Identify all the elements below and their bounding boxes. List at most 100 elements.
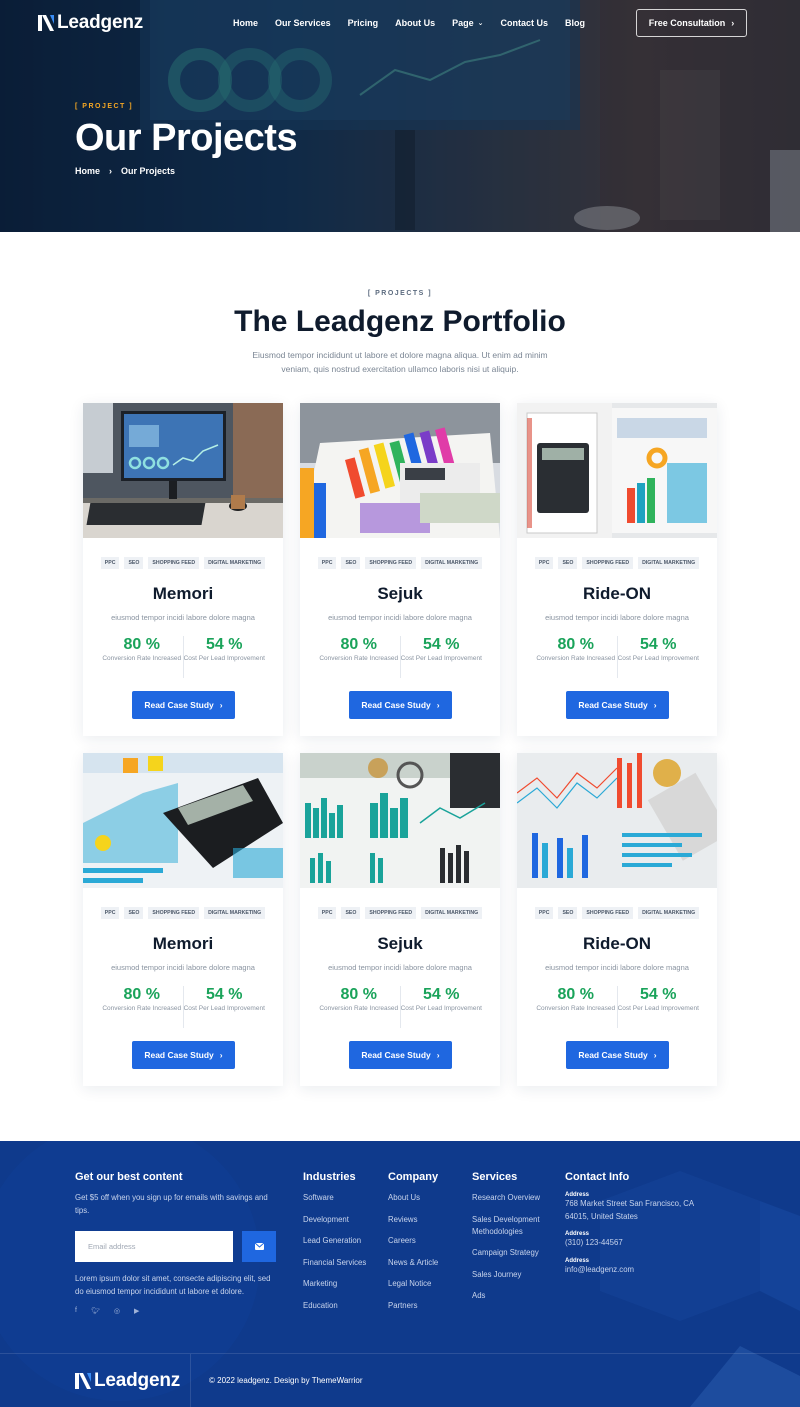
chevron-right-icon: › — [653, 700, 657, 710]
tag-shopping-feed[interactable]: SHOPPING FEED — [582, 907, 634, 919]
project-subtitle: eiusmod tempor incidi labore dolore magn… — [545, 963, 689, 972]
project-stats: 80 % Conversion Rate Increased 54 % Cost… — [535, 986, 699, 1028]
contact-email[interactable]: info@leadgenz.com — [565, 1264, 715, 1277]
nav-link-pricing[interactable]: Pricing — [348, 18, 379, 28]
footer-link-lead-generation[interactable]: Lead Generation — [303, 1235, 366, 1247]
stat-value: 54 % — [206, 986, 243, 1003]
project-image — [83, 753, 283, 888]
read-case-study-label: Read Case Study — [361, 700, 431, 710]
footer-link-education[interactable]: Education — [303, 1300, 366, 1312]
tag-ppc[interactable]: PPC — [100, 557, 120, 569]
twitter-icon[interactable]: 🐦︎ — [91, 1307, 100, 1315]
stat-value: 80 % — [123, 986, 160, 1003]
contact-phone[interactable]: (310) 123-44567 — [565, 1237, 715, 1250]
tag-seo[interactable]: SEO — [124, 557, 144, 569]
tag-ppc[interactable]: PPC — [100, 907, 120, 919]
read-case-study-button[interactable]: Read Case Study › — [132, 1041, 235, 1069]
footer-link-campaign[interactable]: Campaign Strategy — [472, 1247, 554, 1259]
footer-link-about-us[interactable]: About Us — [388, 1192, 438, 1204]
project-card: PPC SEO SHOPPING FEED DIGITAL MARKETING … — [300, 753, 500, 1086]
section-tag: [ PROJECTS ] — [367, 290, 433, 297]
industries-column: Industries Software Development Lead Gen… — [303, 1171, 366, 1322]
footer-link-financial-services[interactable]: Financial Services — [303, 1257, 366, 1269]
youtube-icon[interactable]: ▶ — [134, 1307, 139, 1315]
tag-digital-marketing[interactable]: DIGITAL MARKETING — [638, 557, 700, 569]
footer-link-sales-journey[interactable]: Sales Journey — [472, 1269, 554, 1281]
nav-link-contact[interactable]: Contact Us — [501, 18, 549, 28]
read-case-study-button[interactable]: Read Case Study › — [349, 1041, 452, 1069]
stat-value: 54 % — [640, 986, 677, 1003]
tag-ppc[interactable]: PPC — [534, 557, 554, 569]
tag-digital-marketing[interactable]: DIGITAL MARKETING — [638, 907, 700, 919]
read-case-study-button[interactable]: Read Case Study › — [349, 691, 452, 719]
read-case-study-label: Read Case Study — [578, 700, 648, 710]
breadcrumb-home[interactable]: Home — [75, 166, 100, 176]
facebook-icon[interactable]: f — [75, 1307, 77, 1315]
chevron-right-icon: › — [219, 700, 223, 710]
logo-text: Leadgenz — [94, 1370, 181, 1391]
footer-logo[interactable]: Leadgenz — [75, 1370, 180, 1392]
footer-link-sales-development[interactable]: Sales Development Methodologies — [472, 1214, 554, 1238]
tag-digital-marketing[interactable]: DIGITAL MARKETING — [421, 907, 483, 919]
tag-digital-marketing[interactable]: DIGITAL MARKETING — [204, 557, 266, 569]
tag-seo[interactable]: SEO — [124, 907, 144, 919]
nav-link-blog[interactable]: Blog — [565, 18, 585, 28]
tag-digital-marketing[interactable]: DIGITAL MARKETING — [204, 907, 266, 919]
footer-link-partners[interactable]: Partners — [388, 1300, 438, 1312]
tag-shopping-feed[interactable]: SHOPPING FEED — [148, 907, 200, 919]
tag-shopping-feed[interactable]: SHOPPING FEED — [365, 557, 417, 569]
footer-link-marketing[interactable]: Marketing — [303, 1278, 366, 1290]
stat-label: Cost Per Lead Improvement — [617, 1005, 699, 1012]
tag-seo[interactable]: SEO — [558, 557, 578, 569]
footer-link-ads[interactable]: Ads — [472, 1290, 554, 1302]
contact-title: Contact Info — [565, 1171, 630, 1183]
tag-shopping-feed[interactable]: SHOPPING FEED — [148, 557, 200, 569]
nav-link-page[interactable]: Page ⌄ — [452, 18, 483, 28]
tag-digital-marketing[interactable]: DIGITAL MARKETING — [421, 557, 483, 569]
project-tags: PPC SEO SHOPPING FEED DIGITAL MARKETING — [300, 907, 500, 919]
read-case-study-button[interactable]: Read Case Study › — [566, 1041, 669, 1069]
stat-cost-per-lead: 54 % Cost Per Lead Improvement — [182, 636, 266, 678]
chevron-right-icon: › — [653, 1050, 657, 1060]
site-logo[interactable]: Leadgenz — [38, 12, 143, 34]
instagram-icon[interactable]: ◎ — [114, 1307, 120, 1315]
project-image — [300, 403, 500, 538]
tag-ppc[interactable]: PPC — [534, 907, 554, 919]
project-title: Memori — [152, 584, 214, 603]
portfolio-grid: PPC SEO SHOPPING FEED DIGITAL MARKETING … — [83, 403, 717, 1086]
tag-seo[interactable]: SEO — [558, 907, 578, 919]
free-consultation-button[interactable]: Free Consultation › — [636, 9, 747, 37]
nav-link-home[interactable]: Home — [233, 18, 258, 28]
footer-link-reviews[interactable]: Reviews — [388, 1214, 438, 1226]
footer-link-software[interactable]: Software — [303, 1192, 366, 1204]
tag-seo[interactable]: SEO — [341, 907, 361, 919]
nav-link-about[interactable]: About Us — [395, 18, 435, 28]
project-card: PPC SEO SHOPPING FEED DIGITAL MARKETING … — [300, 403, 500, 736]
section-description: Eiusmod tempor incididunt ut labore et d… — [252, 350, 548, 374]
project-title: Ride-ON — [583, 934, 651, 953]
subscribe-button[interactable] — [242, 1231, 276, 1262]
tag-ppc[interactable]: PPC — [317, 557, 337, 569]
project-image — [517, 753, 717, 888]
newsletter-title: Get our best content — [75, 1171, 183, 1183]
footer-link-development[interactable]: Development — [303, 1214, 366, 1226]
nav-link-services[interactable]: Our Services — [275, 18, 331, 28]
footer-link-careers[interactable]: Careers — [388, 1235, 438, 1247]
breadcrumb-current: Our Projects — [121, 166, 176, 176]
tag-seo[interactable]: SEO — [341, 557, 361, 569]
project-image — [300, 753, 500, 888]
footer-link-news[interactable]: News & Article — [388, 1257, 438, 1269]
tag-shopping-feed[interactable]: SHOPPING FEED — [365, 907, 417, 919]
email-input[interactable] — [75, 1231, 233, 1262]
footer-link-research[interactable]: Research Overview — [472, 1192, 554, 1204]
envelope-icon — [254, 1243, 264, 1250]
read-case-study-button[interactable]: Read Case Study › — [132, 691, 235, 719]
copyright-text: © 2022 leadgenz. Design by ThemeWarrior — [209, 1376, 363, 1385]
tag-ppc[interactable]: PPC — [317, 907, 337, 919]
tag-shopping-feed[interactable]: SHOPPING FEED — [582, 557, 634, 569]
chevron-right-icon: › — [436, 700, 440, 710]
footer-link-legal[interactable]: Legal Notice — [388, 1278, 438, 1290]
read-case-study-label: Read Case Study — [578, 1050, 648, 1060]
read-case-study-button[interactable]: Read Case Study › — [566, 691, 669, 719]
newsletter-form — [75, 1231, 280, 1262]
